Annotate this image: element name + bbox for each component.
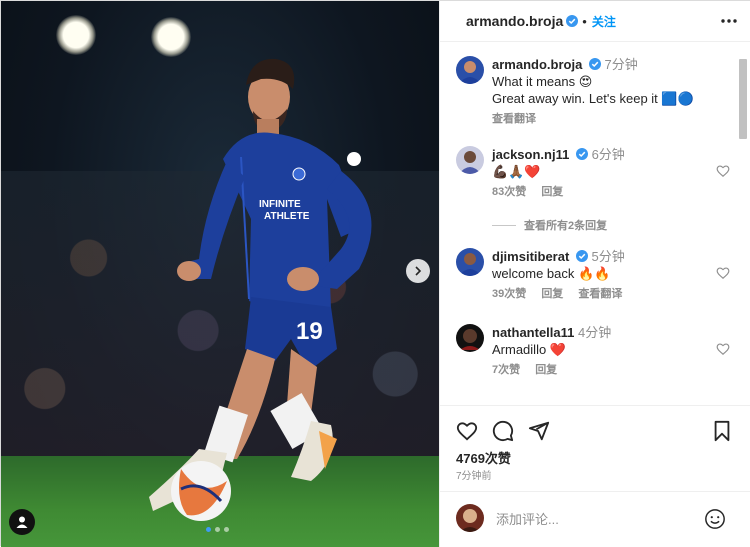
comment-username[interactable]: nathantella11 [492, 325, 574, 340]
verified-badge-icon [575, 250, 588, 262]
next-image-button[interactable] [406, 259, 430, 283]
translate-link[interactable]: 查看翻译 [578, 288, 622, 300]
comment-input[interactable] [496, 508, 696, 530]
comment-item: jackson.nj11 6分钟 💪🏿🙏🏾❤️ 83次赞 回复 [456, 146, 732, 216]
caption-body: armando.broja 7分钟 What it means 😍 Great … [492, 56, 712, 128]
comment-item: nathantella11 4分钟 Armadillo ❤️ 7次赞 回复 [456, 324, 732, 394]
post-photo[interactable]: INFINITE ATHLETE 19 [1, 1, 439, 547]
view-replies-link[interactable]: 查看所有2条回复 [492, 217, 607, 233]
avatar[interactable] [456, 56, 484, 84]
caption-time: 7分钟 [604, 57, 638, 72]
caption-username[interactable]: armando.broja [492, 57, 582, 72]
verified-badge-icon [566, 15, 579, 27]
action-bar: 4769次赞 7分钟前 [440, 405, 750, 505]
post-header: armando.broja • 关注 [440, 1, 750, 42]
heart-icon[interactable] [456, 420, 478, 442]
comment-time: 6分钟 [591, 147, 625, 162]
comment-body: djimsitiberat 5分钟 welcome back 🔥🔥 39次赞 回… [492, 248, 712, 303]
comment-username[interactable]: djimsitiberat [492, 249, 569, 264]
comment-item: djimsitiberat 5分钟 welcome back 🔥🔥 39次赞 回… [456, 248, 732, 318]
emoji-icon[interactable] [704, 508, 726, 530]
avatar[interactable] [456, 324, 484, 352]
translate-link[interactable]: 查看翻译 [492, 113, 536, 125]
heart-icon[interactable] [716, 342, 730, 356]
user-tag-icon [16, 516, 28, 528]
comment-icon[interactable] [492, 420, 514, 442]
caption-line-2: Great away win. Let's keep it 🟦🔵 [492, 91, 694, 106]
follow-button[interactable]: 关注 [592, 13, 616, 30]
caption: armando.broja 7分钟 What it means 😍 Great … [456, 56, 732, 136]
comment-likes[interactable]: 7次赞 [492, 364, 520, 376]
carousel-dot [206, 527, 211, 532]
comment-time: 4分钟 [578, 325, 612, 340]
author-username[interactable]: armando.broja [466, 13, 563, 29]
svg-text:INFINITE: INFINITE [259, 199, 301, 210]
add-comment-bar [440, 491, 750, 547]
comment-text: 💪🏿🙏🏾❤️ [492, 164, 541, 179]
avatar[interactable] [456, 146, 484, 174]
verified-badge-icon [575, 148, 588, 160]
comment-text: welcome back 🔥🔥 [492, 266, 611, 281]
bookmark-icon[interactable] [712, 420, 732, 442]
heart-icon[interactable] [716, 266, 730, 280]
carousel-indicator [206, 527, 229, 532]
view-replies-label[interactable]: 查看所有2条回复 [524, 217, 607, 233]
reply-link[interactable]: 回复 [541, 288, 563, 300]
heart-icon[interactable] [716, 164, 730, 178]
tagged-users-button[interactable] [9, 509, 35, 535]
send-icon[interactable] [528, 420, 550, 442]
carousel-dot [215, 527, 220, 532]
carousel-dot [224, 527, 229, 532]
avatar[interactable] [456, 248, 484, 276]
post-side-panel: armando.broja • 关注 armando.broja 7分钟 Wha… [439, 1, 750, 547]
replies-divider [492, 224, 516, 226]
comment-likes[interactable]: 83次赞 [492, 186, 526, 198]
more-horizontal-icon[interactable] [720, 12, 738, 30]
comment-username[interactable]: jackson.nj11 [492, 147, 569, 162]
svg-text:ATHLETE: ATHLETE [264, 211, 310, 222]
like-count[interactable]: 4769次赞 [456, 448, 511, 467]
comments-scrollbar[interactable] [736, 57, 750, 401]
comment-body: jackson.nj11 6分钟 💪🏿🙏🏾❤️ 83次赞 回复 [492, 146, 712, 201]
comment-time: 5分钟 [591, 249, 625, 264]
comment-likes[interactable]: 39次赞 [492, 288, 526, 300]
caption-line-1: What it means 😍 [492, 74, 593, 89]
separator-dot: • [582, 13, 587, 29]
chevron-right-icon [415, 266, 422, 276]
comment-body: nathantella11 4分钟 Armadillo ❤️ 7次赞 回复 [492, 324, 712, 379]
verified-badge-icon [588, 58, 601, 70]
reply-link[interactable]: 回复 [541, 186, 563, 198]
post-modal: INFINITE ATHLETE 19 armando.broja • 关注 a… [0, 0, 750, 547]
reply-link[interactable]: 回复 [535, 364, 557, 376]
football-player: INFINITE ATHLETE 19 [149, 58, 372, 521]
comments-list[interactable]: armando.broja 7分钟 What it means 😍 Great … [440, 43, 740, 405]
svg-text:19: 19 [296, 318, 323, 345]
floodlight [56, 15, 96, 55]
scrollbar-thumb[interactable] [739, 59, 747, 139]
current-user-avatar [456, 504, 484, 532]
comment-text: Armadillo ❤️ [492, 342, 566, 357]
post-timestamp: 7分钟前 [456, 471, 492, 482]
